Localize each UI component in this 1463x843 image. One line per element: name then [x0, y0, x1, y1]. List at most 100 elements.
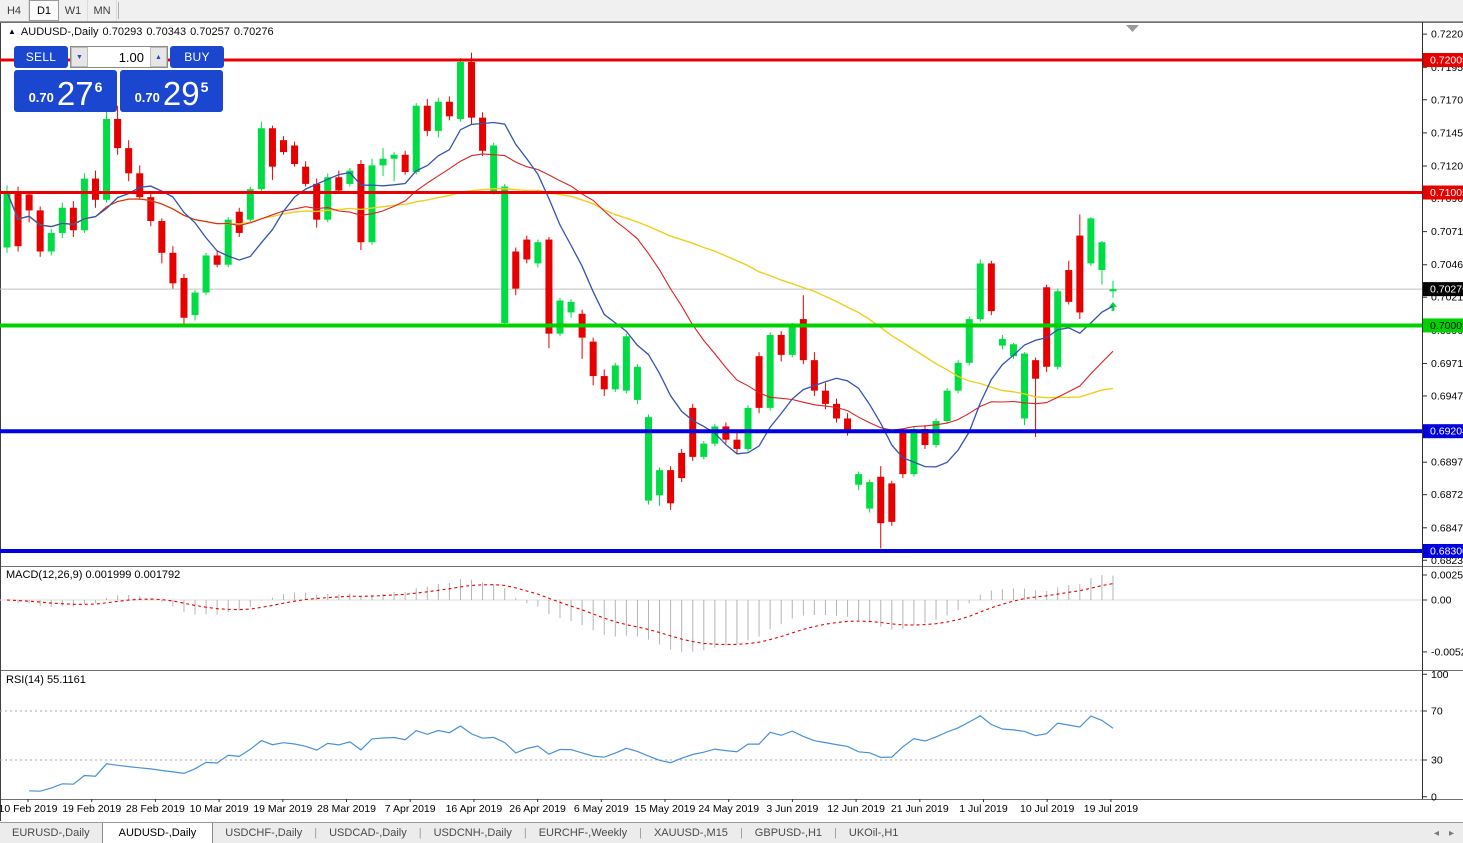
date-label: 26 Apr 2019 — [509, 803, 566, 815]
level-badge-label: 0.72005 — [1430, 55, 1463, 67]
moving-average-line-45 — [6, 187, 1114, 399]
candle-body — [556, 300, 564, 334]
price-tick-label: 0.71205 — [1431, 161, 1463, 173]
price-tick-label: 0.72200 — [1431, 29, 1463, 41]
buy-price-display[interactable]: 0.70 29 5 — [120, 70, 223, 112]
tab-usdcnh-daily[interactable]: USDCNH-,Daily — [422, 823, 524, 843]
timeframe-button-w1[interactable]: W1 — [59, 0, 88, 21]
tab-audusd-daily[interactable]: AUDUSD-,Daily — [101, 823, 214, 843]
candle-body — [268, 128, 276, 167]
candle-body — [700, 443, 708, 457]
rsi-line — [29, 715, 1114, 792]
ohlc-open: 0.70293 — [102, 26, 143, 38]
candle-body — [291, 145, 299, 165]
price-tick-label: 0.69470 — [1431, 390, 1463, 402]
candle-body — [479, 117, 487, 151]
candle-body — [324, 177, 332, 220]
candle-body — [412, 105, 420, 172]
date-label: 19 Feb 2019 — [62, 803, 121, 815]
timeframe-button-mn[interactable]: MN — [88, 0, 117, 21]
timeframe-toolbar: H4 D1 W1 MN — [0, 0, 1463, 22]
app: { "icons": { "symbol_marker": "▲", "spin… — [0, 0, 1463, 843]
price-tick-label: 0.70710 — [1431, 226, 1463, 238]
candle-body — [1098, 242, 1106, 271]
candle-body — [445, 101, 453, 117]
candle-body — [866, 482, 874, 509]
candle-body — [114, 118, 122, 149]
price-tick-label: 0.71705 — [1431, 94, 1463, 106]
date-label: 16 Apr 2019 — [446, 803, 503, 815]
macd-axis-label: 0.002522 — [1431, 569, 1463, 581]
candle-body — [169, 252, 177, 284]
candle-body — [280, 140, 287, 153]
candle-body — [733, 439, 741, 449]
sell-price-big: 27 — [56, 75, 94, 112]
candle-body — [833, 403, 840, 419]
candle-body — [257, 128, 265, 190]
price-tick-label: 0.71455 — [1431, 127, 1463, 139]
sell-button[interactable]: SELL — [14, 46, 68, 68]
date-label: 21 Jun 2019 — [891, 803, 949, 815]
candle-body — [888, 483, 896, 522]
toolbar-divider — [118, 2, 119, 19]
chart-canvas[interactable]: 0.722000.719500.717050.714550.712050.709… — [0, 22, 1463, 821]
volume-input[interactable] — [88, 47, 150, 67]
candle-body — [976, 263, 984, 320]
candle-body — [213, 255, 221, 265]
date-label: 19 Mar 2019 — [253, 803, 312, 815]
candle-body — [191, 292, 199, 316]
candle-body — [611, 365, 619, 390]
level-badge-label: 0.68300 — [1430, 545, 1463, 557]
candle-body — [656, 470, 664, 496]
tab-scroll-right-icon[interactable]: ▸ — [1449, 828, 1454, 839]
rsi-axis-label: 0 — [1431, 791, 1437, 803]
tab-xauusd-m15[interactable]: XAUUSD-,M15 — [642, 823, 740, 843]
macd-axis-label: 0.00 — [1431, 595, 1452, 607]
ohlc-high: 0.70343 — [146, 26, 187, 38]
tab-usdchf-daily[interactable]: USDCHF-,Daily — [213, 823, 314, 843]
candle-body — [1032, 360, 1040, 379]
tab-gbpusd-h1[interactable]: GBPUSD-,H1 — [743, 823, 834, 843]
buy-button[interactable]: BUY — [170, 46, 224, 68]
candle-body — [91, 178, 99, 200]
candle-body — [1076, 235, 1084, 313]
date-label: 12 Jun 2019 — [827, 803, 885, 815]
buy-price-prefix: 0.70 — [134, 90, 160, 105]
date-label: 10 Jul 2019 — [1020, 803, 1074, 815]
candle-body — [622, 336, 630, 391]
volume-up-button[interactable]: ▲ — [150, 47, 167, 67]
candle-body — [589, 341, 597, 377]
date-label: 19 Jul 2019 — [1084, 803, 1138, 815]
rsi-axis-label: 100 — [1431, 669, 1449, 681]
tab-eurusd-daily[interactable]: EURUSD-,Daily — [0, 823, 102, 843]
date-label: 3 Jun 2019 — [766, 803, 818, 815]
timeframe-button-d1[interactable]: D1 — [29, 0, 59, 21]
timeframe-button-h4[interactable]: H4 — [0, 0, 29, 21]
chart-shift-marker-icon[interactable] — [1126, 25, 1139, 32]
sell-price-display[interactable]: 0.70 27 6 — [14, 70, 117, 112]
candle-body — [158, 221, 166, 253]
date-label: 10 Feb 2019 — [0, 803, 58, 815]
candle-body — [3, 191, 11, 248]
date-label: 1 Jul 2019 — [959, 803, 1008, 815]
candle-body — [490, 145, 498, 192]
symbol-marker-icon: ▲ — [8, 27, 16, 36]
candle-body — [125, 148, 133, 174]
candle-body — [25, 194, 33, 211]
level-badge-label: 0.70002 — [1430, 320, 1463, 332]
price-tick-label: 0.70460 — [1431, 259, 1463, 271]
candle-body — [987, 263, 995, 312]
candle-body — [390, 154, 398, 159]
tab-scroll-arrows: ◂ ▸ — [1429, 823, 1459, 843]
volume-down-button[interactable]: ▼ — [71, 47, 88, 67]
candle-body — [512, 251, 520, 289]
candle-body — [368, 165, 376, 243]
tab-scroll-left-icon[interactable]: ◂ — [1434, 828, 1439, 839]
candle-body — [777, 334, 785, 355]
tab-eurchf-weekly[interactable]: EURCHF-,Weekly — [527, 823, 639, 843]
candle-body — [755, 356, 763, 408]
candle-body — [434, 101, 442, 131]
tab-usdcad-daily[interactable]: USDCAD-,Daily — [317, 823, 419, 843]
tab-ukoil-h1[interactable]: UKOil-,H1 — [837, 823, 911, 843]
candle-body — [788, 325, 796, 355]
